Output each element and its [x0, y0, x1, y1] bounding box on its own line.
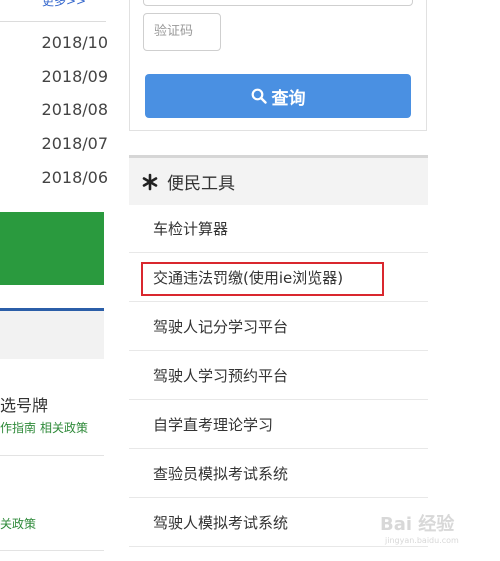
tool-item-label: 自学直考理论学习 — [153, 416, 274, 434]
tool-item[interactable]: 查验员模拟考试系统 — [129, 450, 428, 498]
tool-item[interactable]: 自学直考理论学习 — [129, 401, 428, 449]
search-icon — [251, 88, 267, 104]
asterisk-icon — [141, 173, 159, 191]
captcha-input[interactable]: 验证码 — [143, 13, 221, 51]
tool-item[interactable]: 车检计算器 — [129, 205, 428, 253]
section-header-bar — [0, 311, 104, 359]
watermark-url: jingyan.baidu.com — [385, 536, 459, 545]
tool-item-label: 驾驶人记分学习平台 — [153, 318, 289, 336]
divider — [0, 550, 104, 551]
tool-item-label: 驾驶人模拟考试系统 — [153, 514, 289, 532]
tools-header-title: 便民工具 — [167, 174, 235, 194]
policy-link[interactable]: 相关政策 — [40, 421, 88, 435]
tools-header: 便民工具 — [129, 155, 428, 205]
highlight-annotation — [141, 262, 384, 296]
query-button[interactable]: 查询 — [145, 74, 411, 118]
date-item[interactable]: 2018/07 — [42, 134, 108, 153]
left-column: 更多>> 2018/10 2018/09 2018/08 2018/07 201… — [0, 0, 108, 561]
divider — [0, 455, 104, 456]
date-item[interactable]: 2018/08 — [42, 100, 108, 119]
green-banner[interactable] — [0, 212, 104, 285]
date-item[interactable]: 2018/10 — [42, 33, 108, 52]
tool-item-label: 车检计算器 — [153, 220, 229, 238]
news-item-title[interactable]: 选号牌 — [0, 392, 48, 416]
guide-link[interactable]: 作指南 — [0, 421, 36, 435]
news-item-links: 作指南 相关政策 — [0, 419, 88, 436]
watermark-logo: Bai 经验 — [380, 514, 455, 535]
text-input[interactable] — [143, 0, 413, 6]
divider — [0, 21, 106, 22]
tool-item[interactable]: 驾驶人学习预约平台 — [129, 352, 428, 400]
tool-item-label: 驾驶人学习预约平台 — [153, 367, 289, 385]
date-item[interactable]: 2018/06 — [42, 168, 108, 187]
query-button-label: 查询 — [271, 88, 306, 109]
policy-link[interactable]: 关政策 — [0, 515, 36, 532]
date-item[interactable]: 2018/09 — [42, 67, 108, 86]
tool-item[interactable]: 驾驶人记分学习平台 — [129, 303, 428, 351]
tool-item-label: 查验员模拟考试系统 — [153, 465, 289, 483]
more-link[interactable]: 更多>> — [42, 0, 86, 8]
